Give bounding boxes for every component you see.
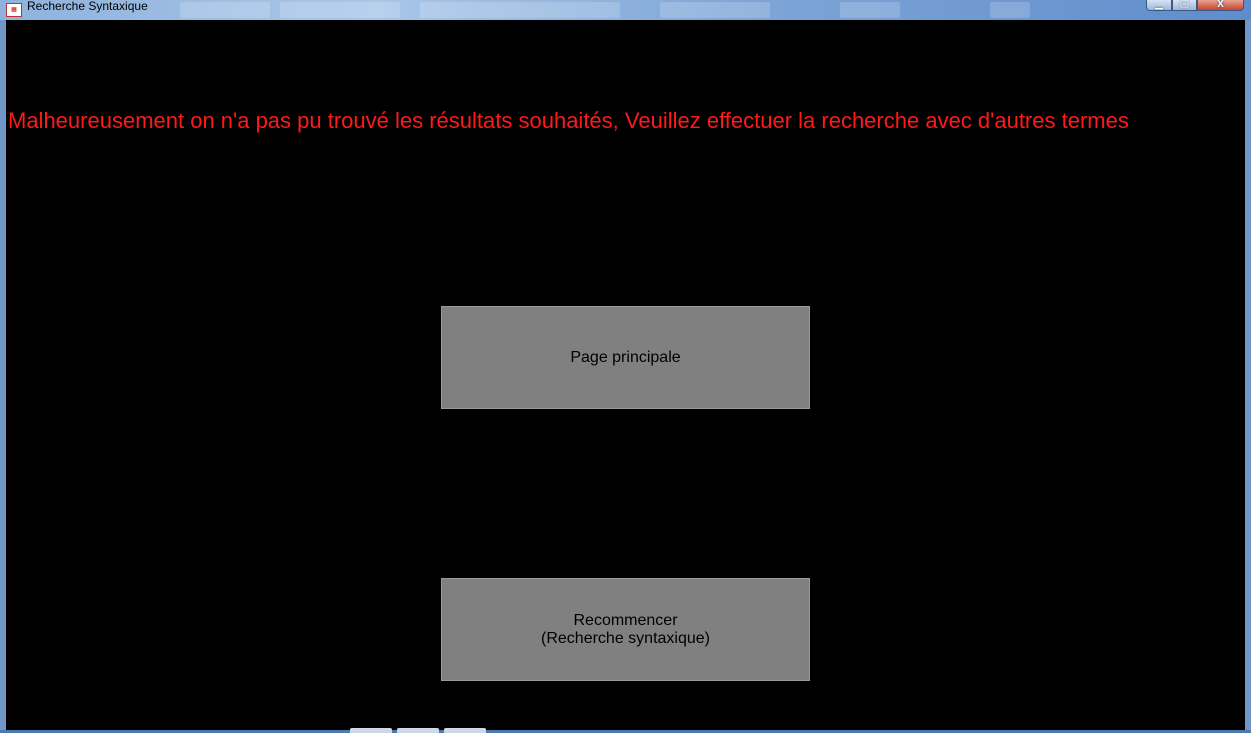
restart-search-button[interactable]: Recommencer (Recherche syntaxique) (441, 578, 810, 681)
app-window: ▦ Recherche Syntaxique ▁ ▢ X Malheureuse… (0, 0, 1251, 733)
main-page-button-label: Page principale (570, 348, 681, 366)
taskbar-tab (444, 728, 486, 733)
client-area: Malheureusement on n'a pas pu trouvé les… (6, 20, 1245, 730)
minimize-button[interactable]: ▁ (1146, 0, 1172, 11)
background-ghost (990, 2, 1030, 18)
close-button[interactable]: X (1197, 0, 1244, 11)
error-message: Malheureusement on n'a pas pu trouvé les… (8, 108, 1129, 133)
restart-button-label-line2: (Recherche syntaxique) (541, 629, 710, 647)
main-page-button[interactable]: Page principale (441, 306, 810, 409)
maximize-icon: ▢ (1179, 0, 1190, 10)
background-ghost (840, 2, 900, 18)
title-bar[interactable]: ▦ Recherche Syntaxique ▁ ▢ X (0, 0, 1251, 20)
maximize-button[interactable]: ▢ (1172, 0, 1197, 11)
background-ghost (660, 2, 770, 18)
taskbar-tab (350, 728, 392, 733)
app-icon[interactable]: ▦ (6, 3, 22, 17)
background-ghost (180, 2, 270, 18)
minimize-icon: ▁ (1155, 0, 1163, 10)
close-icon: X (1217, 0, 1224, 10)
background-ghost (280, 2, 400, 18)
taskbar-tab (397, 728, 439, 733)
restart-button-label-line1: Recommencer (573, 611, 678, 629)
background-ghost (420, 2, 620, 18)
window-title: Recherche Syntaxique (27, 0, 148, 13)
